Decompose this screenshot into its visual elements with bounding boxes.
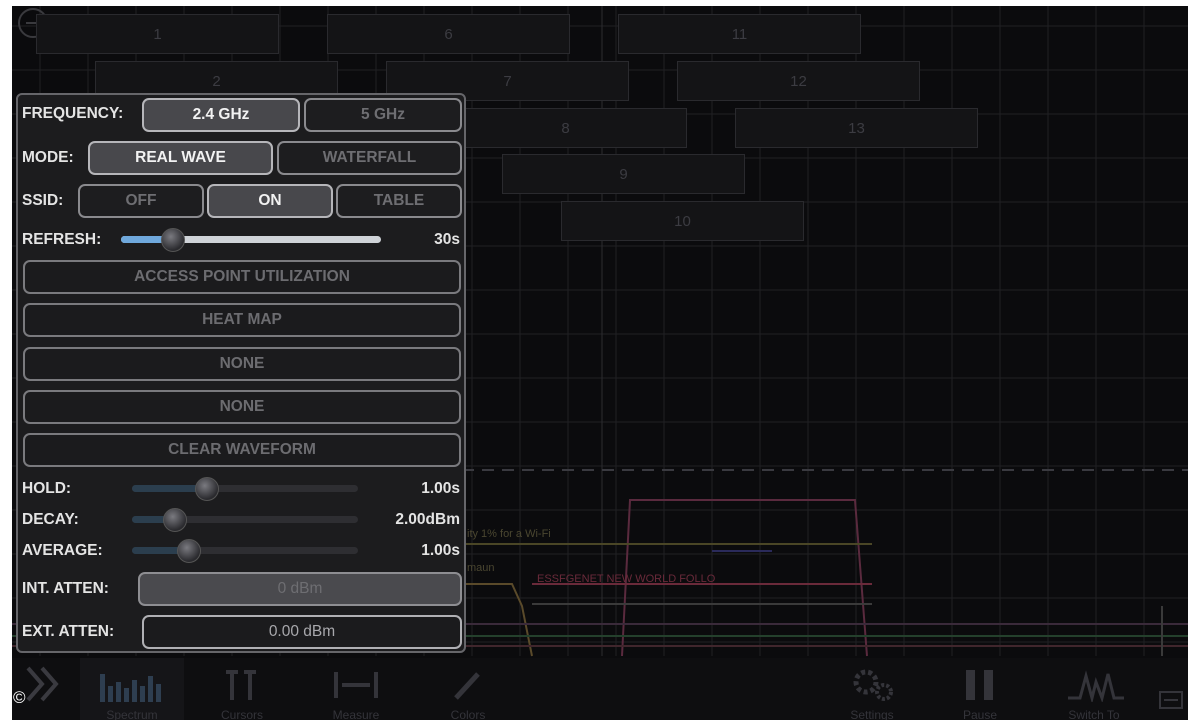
channel-box-9: 9 <box>502 154 745 194</box>
toolbar-measure[interactable]: Measure <box>306 658 406 720</box>
eyedropper-icon <box>454 672 480 700</box>
decay-value: 2.00dBm <box>395 511 460 528</box>
frequency-option-2-4ghz[interactable]: 2.4 GHz <box>142 98 300 132</box>
heat-map-button[interactable]: HEAT MAP <box>23 303 461 337</box>
frequency-option-5ghz[interactable]: 5 GHz <box>304 98 462 132</box>
refresh-value: 30s <box>434 231 460 248</box>
mode-label: MODE: <box>22 149 74 166</box>
toolbar-cursors-label: Cursors <box>220 708 263 720</box>
toolbar-pause-label: Pause <box>962 708 998 720</box>
toolbar-settings[interactable]: Settings <box>822 658 922 720</box>
toolbar-pause[interactable]: Pause <box>930 658 1030 720</box>
decay-slider-knob[interactable] <box>162 508 187 532</box>
average-slider[interactable] <box>132 539 358 563</box>
refresh-slider[interactable] <box>121 228 381 252</box>
ssid-option-off[interactable]: OFF <box>78 184 204 218</box>
spectrum-screen: 1 6 11 2 7 12 8 13 9 10 ity 1% for a Wi-… <box>12 6 1188 720</box>
toolbar-cursors[interactable]: Cursors <box>192 658 292 720</box>
mode-option-real-wave[interactable]: REAL WAVE <box>88 141 273 175</box>
ssid-option-on[interactable]: ON <box>207 184 333 218</box>
mode-option-waterfall[interactable]: WATERFALL <box>277 141 462 175</box>
hold-slider-knob[interactable] <box>194 477 219 501</box>
toolbar-settings-label: Settings <box>850 708 894 720</box>
settings-panel: FREQUENCY: 2.4 GHz 5 GHz MODE: REAL WAVE… <box>16 93 466 653</box>
ssid-option-table[interactable]: TABLE <box>336 184 462 218</box>
channel-box-6: 6 <box>327 14 570 54</box>
none-button-1[interactable]: NONE <box>23 347 461 381</box>
decay-slider[interactable] <box>132 508 358 532</box>
int-atten-field[interactable]: 0 dBm <box>138 572 462 606</box>
channel-box-11: 11 <box>618 14 861 54</box>
int-atten-label: INT. ATTEN: <box>22 580 109 597</box>
menu-arrow-icon[interactable] <box>1158 688 1184 712</box>
waveform-icon <box>1068 670 1124 702</box>
toolbar-switch-to-label: Switch To <box>1068 708 1120 720</box>
access-point-utilization-button[interactable]: ACCESS POINT UTILIZATION <box>23 260 461 294</box>
spectrum-bars-icon <box>100 674 161 702</box>
channel-box-12: 12 <box>677 61 920 101</box>
hold-value: 1.00s <box>421 480 460 497</box>
toolbar-switch-to[interactable]: Switch To <box>1042 658 1146 720</box>
gears-icon <box>853 669 893 701</box>
ext-atten-field[interactable]: 0.00 dBm <box>142 615 462 649</box>
spectrum-label-a: ity 1% for a Wi-Fi <box>467 528 551 540</box>
refresh-label: REFRESH: <box>22 231 102 248</box>
average-slider-knob[interactable] <box>176 539 201 563</box>
ext-atten-label: EXT. ATTEN: <box>22 623 115 640</box>
spectrum-label-b: maun <box>467 562 495 574</box>
refresh-slider-knob[interactable] <box>161 228 185 252</box>
spectrum-label-c: ESSFGENET NEW WORLD FOLLO <box>537 573 716 585</box>
channel-box-10: 10 <box>561 201 804 241</box>
none-button-2[interactable]: NONE <box>23 390 461 424</box>
channel-box-1: 1 <box>36 14 279 54</box>
toolbar-colors-label: Colors <box>450 708 486 720</box>
hold-label: HOLD: <box>22 480 72 497</box>
frequency-label: FREQUENCY: <box>22 105 124 122</box>
toolbar-colors[interactable]: Colors <box>418 658 518 720</box>
channel-box-13: 13 <box>735 108 978 148</box>
average-label: AVERAGE: <box>22 542 103 559</box>
toolbar-spectrum-label: Spectrum <box>106 708 158 720</box>
decay-label: DECAY: <box>22 511 79 528</box>
ssid-label: SSID: <box>22 192 64 209</box>
toolbar-spectrum[interactable]: Spectrum <box>80 658 184 720</box>
bottom-toolbar: Spectrum Cursors Measure Colors Settings… <box>12 658 1188 720</box>
hold-slider[interactable] <box>132 477 358 501</box>
measure-icon <box>334 672 378 698</box>
copyright-mark: © <box>13 688 26 707</box>
toolbar-measure-label: Measure <box>332 708 380 720</box>
pause-icon <box>966 670 993 700</box>
clear-waveform-button[interactable]: CLEAR WAVEFORM <box>23 433 461 467</box>
average-value: 1.00s <box>421 542 460 559</box>
cursors-icon <box>226 670 256 700</box>
channel-box-8: 8 <box>444 108 687 148</box>
